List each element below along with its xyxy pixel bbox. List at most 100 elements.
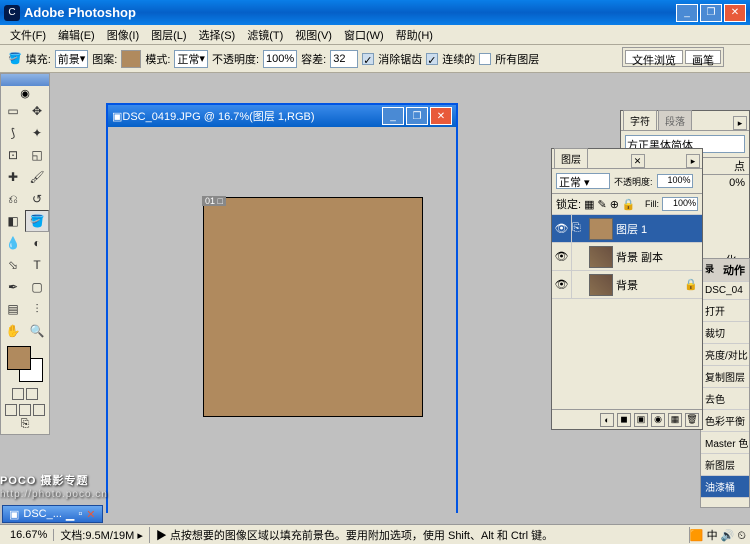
layers-tab[interactable]: 图层 [554, 148, 588, 168]
menu-select[interactable]: 选择(S) [193, 25, 242, 45]
contiguous-checkbox[interactable]: ✓ [426, 53, 438, 65]
doc-tab-close[interactable]: ✕ [86, 508, 95, 521]
mode-select[interactable]: 正常 ▾ [174, 50, 208, 68]
history-item[interactable]: 油漆桶 [701, 476, 749, 498]
layer-thumbnail[interactable] [589, 274, 613, 296]
new-layer-button[interactable]: ▦ [668, 413, 682, 427]
visibility-icon[interactable]: 👁 [552, 215, 572, 243]
slice-tool[interactable]: ◱ [25, 144, 49, 166]
foreground-color[interactable] [7, 346, 31, 370]
menu-filter[interactable]: 滤镜(T) [241, 25, 289, 45]
move-tool[interactable]: ✥ [25, 100, 49, 122]
layer-style-button[interactable]: ◐ [600, 413, 614, 427]
lasso-tool[interactable]: ⟆ [1, 122, 25, 144]
eraser-tool[interactable]: ◧ [1, 210, 25, 232]
menu-file[interactable]: 文件(F) [4, 25, 52, 45]
layer-name[interactable]: 背景 副本 [616, 249, 663, 265]
close-button[interactable]: ✕ [724, 4, 746, 22]
dodge-tool[interactable]: ◐ [25, 232, 49, 254]
menu-help[interactable]: 帮助(H) [390, 25, 439, 45]
hand-tool[interactable]: ✋ [1, 320, 25, 342]
layer-name[interactable]: 背景 [616, 277, 638, 293]
brush-tool[interactable]: 🖌 [25, 166, 49, 188]
lock-brush-icon[interactable]: ✎ [597, 198, 606, 211]
quickmask-mode[interactable] [26, 388, 38, 400]
doc-minimize-button[interactable]: _ [382, 107, 404, 125]
history-item[interactable]: 亮度/对比 [701, 344, 749, 366]
history-doc[interactable]: DSC_04 [701, 282, 749, 300]
visibility-icon[interactable]: 👁 [552, 243, 572, 271]
layer-opacity-input[interactable]: 100% [657, 174, 693, 188]
history-item[interactable]: 去色 [701, 388, 749, 410]
history-item[interactable]: 打开 [701, 300, 749, 322]
brushes-button[interactable]: 画笔 [685, 50, 721, 64]
artboard[interactable]: 01 □ [203, 197, 423, 417]
color-picker[interactable] [7, 346, 43, 382]
menu-edit[interactable]: 编辑(E) [52, 25, 101, 45]
toolbox-header[interactable] [1, 74, 49, 86]
layer-fill-input[interactable]: 100% [662, 197, 698, 211]
file-browse-button[interactable]: 文件浏览 [625, 50, 683, 64]
lock-move-icon[interactable]: ⊕ [610, 198, 619, 211]
zoom-tool[interactable]: 🔍 [25, 320, 49, 342]
layers-panel-close[interactable]: ✕ [631, 154, 645, 168]
wand-tool[interactable]: ✦ [25, 122, 49, 144]
minimize-button[interactable]: _ [676, 4, 698, 22]
bucket-tool[interactable]: 🪣 [25, 210, 49, 232]
blend-mode-select[interactable]: 正常 ▾ [556, 173, 610, 189]
document-canvas[interactable]: 01 □ [108, 127, 456, 513]
eyedropper-tool[interactable]: ⫶ [25, 298, 49, 320]
notes-tool[interactable]: ▤ [1, 298, 25, 320]
delete-layer-button[interactable]: 🗑 [685, 413, 699, 427]
screen-mode-1[interactable] [5, 404, 17, 416]
layer-set-button[interactable]: ▣ [634, 413, 648, 427]
layers-panel-menu[interactable]: ▸ [686, 154, 700, 168]
link-icon[interactable]: ⎘ [572, 222, 586, 235]
char-tab[interactable]: 字符 [623, 110, 657, 130]
document-titlebar[interactable]: ▣ DSC_0419.JPG @ 16.7%(图层 1,RGB) _ ❐ ✕ [108, 105, 456, 127]
zoom-display[interactable]: 16.67% [4, 529, 54, 541]
heal-tool[interactable]: ✚ [1, 166, 25, 188]
jump-to-icon[interactable]: ⎘ [1, 418, 49, 434]
layer-mask-button[interactable]: ◼ [617, 413, 631, 427]
pattern-swatch[interactable] [121, 50, 141, 68]
doc-close-button[interactable]: ✕ [430, 107, 452, 125]
doc-size-display[interactable]: 文档:9.5M/19M ▸ [54, 527, 150, 543]
menu-view[interactable]: 视图(V) [289, 25, 338, 45]
history-item[interactable]: Master 色 [701, 432, 749, 454]
document-tab[interactable]: ▣ DSC_... ▁ ▫ ✕ [2, 505, 103, 523]
history-item[interactable]: 新图层 [701, 454, 749, 476]
lock-all-icon[interactable]: 🔒 [622, 198, 636, 211]
path-tool[interactable]: ⬂ [1, 254, 25, 276]
layer-name[interactable]: 图层 1 [616, 221, 647, 237]
maximize-button[interactable]: ❐ [700, 4, 722, 22]
menu-layer[interactable]: 图层(L) [145, 25, 192, 45]
layer-thumbnail[interactable] [589, 218, 613, 240]
layer-row[interactable]: 👁 背景 🔒 [552, 271, 702, 299]
standard-mode[interactable] [12, 388, 24, 400]
adjustment-button[interactable]: ◉ [651, 413, 665, 427]
layer-thumbnail[interactable] [589, 246, 613, 268]
crop-tool[interactable]: ⊡ [1, 144, 25, 166]
shape-tool[interactable]: ▢ [25, 276, 49, 298]
screen-mode-2[interactable] [19, 404, 31, 416]
antialias-checkbox[interactable]: ✓ [362, 53, 374, 65]
char-panel-menu[interactable]: ▸ [733, 116, 747, 130]
actions-tab[interactable]: 动作 [723, 262, 745, 278]
doc-tab-max[interactable]: ▫ [78, 508, 82, 520]
lock-pixels-icon[interactable]: ▦ [584, 198, 594, 211]
type-tool[interactable]: T [25, 254, 49, 276]
history-brush-tool[interactable]: ↺ [25, 188, 49, 210]
fill-select[interactable]: 前景 ▾ [55, 50, 89, 68]
menu-image[interactable]: 图像(I) [101, 25, 145, 45]
doc-tab-min[interactable]: ▁ [66, 508, 74, 521]
alllayers-checkbox[interactable] [479, 53, 491, 65]
stamp-tool[interactable]: ⎌ [1, 188, 25, 210]
tray-icons[interactable]: 🟧 中 🔊 ⏲ [690, 527, 746, 543]
marquee-tool[interactable]: ▭ [1, 100, 25, 122]
menu-window[interactable]: 窗口(W) [338, 25, 390, 45]
history-item[interactable]: 裁切 [701, 322, 749, 344]
screen-mode-3[interactable] [33, 404, 45, 416]
tolerance-input[interactable]: 32 [330, 50, 358, 68]
blur-tool[interactable]: 💧 [1, 232, 25, 254]
